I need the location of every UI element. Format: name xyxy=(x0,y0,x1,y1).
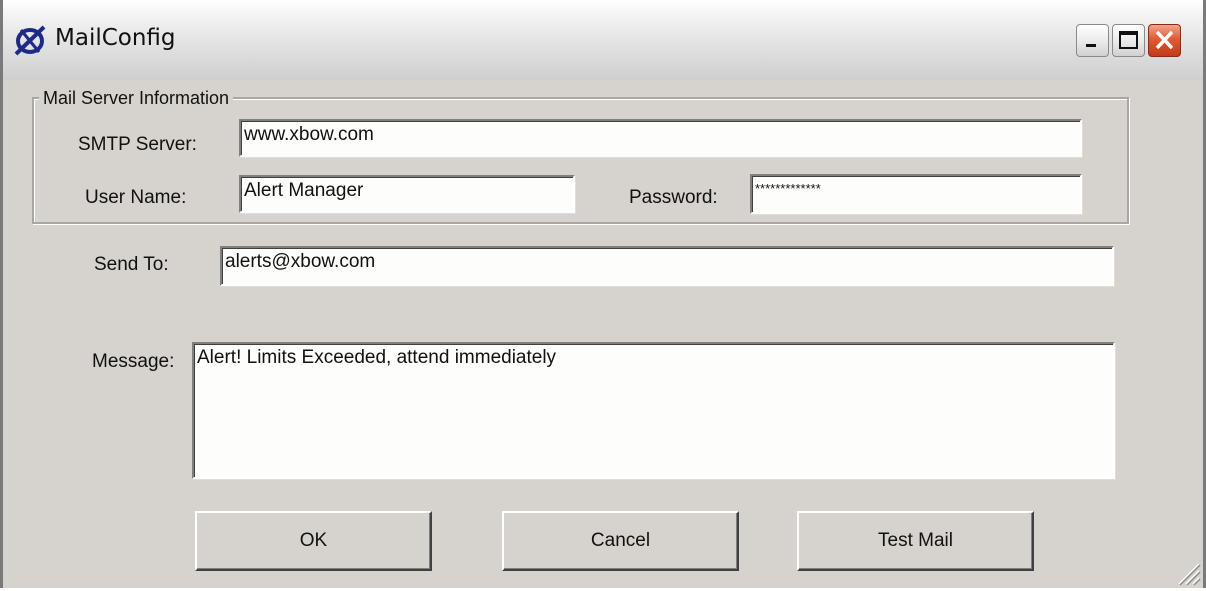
ok-button[interactable]: OK xyxy=(195,511,432,571)
close-button[interactable] xyxy=(1148,24,1181,57)
message-label: Message: xyxy=(92,351,175,372)
maximize-icon xyxy=(1119,31,1138,49)
send-to-input[interactable]: alerts@xbow.com xyxy=(220,246,1114,286)
smtp-server-label: SMTP Server: xyxy=(78,134,197,155)
send-to-label: Send To: xyxy=(94,254,169,275)
minimize-icon xyxy=(1086,44,1096,47)
dialog-client-area: Mail Server Information SMTP Server: www… xyxy=(3,80,1203,588)
message-textarea[interactable]: Alert! Limits Exceeded, attend immediate… xyxy=(192,342,1115,479)
password-input[interactable]: ************* xyxy=(750,174,1082,214)
minimize-button[interactable] xyxy=(1076,24,1109,57)
test-mail-button[interactable]: Test Mail xyxy=(797,511,1034,571)
user-name-label: User Name: xyxy=(85,187,187,208)
close-icon xyxy=(1155,30,1174,50)
smtp-server-input[interactable]: www.xbow.com xyxy=(239,119,1082,157)
user-name-input[interactable]: Alert Manager xyxy=(239,175,575,213)
cancel-button[interactable]: Cancel xyxy=(502,511,739,571)
maximize-button[interactable] xyxy=(1112,24,1145,57)
mail-server-group-legend: Mail Server Information xyxy=(39,88,234,109)
mailconfig-window: MailConfig Mail Server Information SMTP … xyxy=(0,0,1206,588)
title-bar[interactable]: MailConfig xyxy=(3,0,1203,81)
password-label: Password: xyxy=(629,187,718,208)
window-title: MailConfig xyxy=(55,25,176,51)
mail-config-app-icon xyxy=(13,24,47,56)
resize-grip-icon[interactable] xyxy=(1173,558,1201,586)
